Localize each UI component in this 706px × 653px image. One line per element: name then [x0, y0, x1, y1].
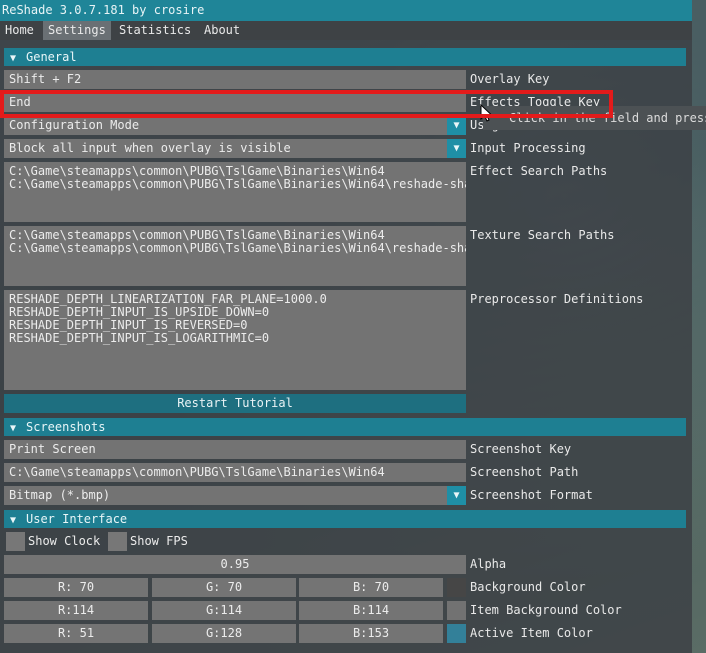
show-clock-checkbox[interactable]	[6, 532, 25, 551]
item-background-color-label: Item Background Color	[470, 603, 622, 617]
restart-tutorial-button[interactable]: Restart Tutorial	[4, 394, 466, 413]
menu-about[interactable]: About	[199, 21, 245, 40]
usage-mode-select[interactable]: Configuration Mode	[4, 116, 447, 135]
screenshot-key-label: Screenshot Key	[470, 442, 572, 456]
annotation-highlight-box	[0, 90, 613, 118]
show-clock-label: Show Clock	[28, 534, 101, 548]
effect-search-paths-label: Effect Search Paths	[470, 164, 608, 178]
active-item-color-label: Active Item Color	[470, 626, 593, 640]
show-fps-label: Show FPS	[130, 534, 188, 548]
background-color-label: Background Color	[470, 580, 586, 594]
preprocessor-definitions-textarea[interactable]: RESHADE_DEPTH_LINEARIZATION_FAR_PLANE=10…	[4, 290, 466, 390]
screenshot-path-input[interactable]: C:\Game\steamapps\common\PUBG\TslGame\Bi…	[4, 463, 466, 482]
background-color-r[interactable]: R: 70	[4, 578, 148, 597]
effect-search-paths-textarea[interactable]: C:\Game\steamapps\common\PUBG\TslGame\Bi…	[4, 162, 466, 222]
general-header-label: General	[26, 50, 77, 64]
texture-search-paths-label: Texture Search Paths	[470, 228, 615, 242]
overlay-key-input[interactable]: Shift + F2	[4, 70, 466, 89]
background-color-b[interactable]: B: 70	[299, 578, 443, 597]
definition-line: RESHADE_DEPTH_INPUT_IS_LOGARITHMIC=0	[9, 331, 270, 345]
window-title[interactable]: ReShade 3.0.7.181 by crosire	[0, 0, 692, 21]
input-processing-select[interactable]: Block all input when overlay is visible	[4, 139, 447, 158]
user-interface-header-label: User Interface	[26, 512, 128, 526]
screenshot-format-select[interactable]: Bitmap (*.bmp)	[4, 486, 447, 505]
menu-home[interactable]: Home	[0, 21, 39, 40]
path-line: C:\Game\steamapps\common\PUBG\TslGame\Bi…	[9, 177, 466, 191]
texture-search-paths-textarea[interactable]: C:\Game\steamapps\common\PUBG\TslGame\Bi…	[4, 226, 466, 286]
screenshot-path-label: Screenshot Path	[470, 465, 579, 479]
item-background-color-swatch[interactable]	[447, 601, 466, 620]
menu-settings[interactable]: Settings	[43, 21, 111, 40]
chevron-down-icon[interactable]: ▼	[447, 116, 466, 135]
screenshots-header-label: Screenshots	[26, 420, 106, 434]
chevron-down-icon[interactable]: ▼	[447, 486, 466, 505]
screenshot-key-input[interactable]: Print Screen	[4, 440, 466, 459]
active-item-color-g[interactable]: G:128	[152, 624, 296, 643]
overlay-key-label: Overlay Key	[470, 72, 550, 86]
active-item-color-r[interactable]: R: 51	[4, 624, 148, 643]
preprocessor-definitions-label: Preprocessor Definitions	[470, 292, 644, 306]
collapse-arrow-icon: ▼	[10, 515, 17, 526]
screenshots-header[interactable]: ▼ Screenshots	[4, 418, 686, 436]
active-item-color-b[interactable]: B:153	[299, 624, 443, 643]
input-processing-label: Input Processing	[470, 141, 586, 155]
alpha-slider[interactable]: 0.95	[4, 555, 466, 574]
menu-statistics[interactable]: Statistics	[114, 21, 196, 40]
screenshot-format-label: Screenshot Format	[470, 488, 593, 502]
background-color-g[interactable]: G: 70	[152, 578, 296, 597]
chevron-down-icon[interactable]: ▼	[447, 139, 466, 158]
collapse-arrow-icon: ▼	[10, 423, 17, 434]
background-color-swatch[interactable]	[447, 578, 466, 597]
active-item-color-swatch[interactable]	[447, 624, 466, 643]
item-background-color-r[interactable]: R:114	[4, 601, 148, 620]
alpha-label: Alpha	[470, 557, 507, 571]
general-header[interactable]: ▼ General	[4, 48, 686, 66]
path-line: C:\Game\steamapps\common\PUBG\TslGame\Bi…	[9, 241, 466, 255]
collapse-arrow-icon: ▼	[10, 53, 17, 64]
item-background-color-b[interactable]: B:114	[299, 601, 443, 620]
item-background-color-g[interactable]: G:114	[152, 601, 296, 620]
menu-bar: Home Settings Statistics About	[0, 21, 692, 40]
show-fps-checkbox[interactable]	[108, 532, 127, 551]
user-interface-header[interactable]: ▼ User Interface	[4, 510, 686, 528]
